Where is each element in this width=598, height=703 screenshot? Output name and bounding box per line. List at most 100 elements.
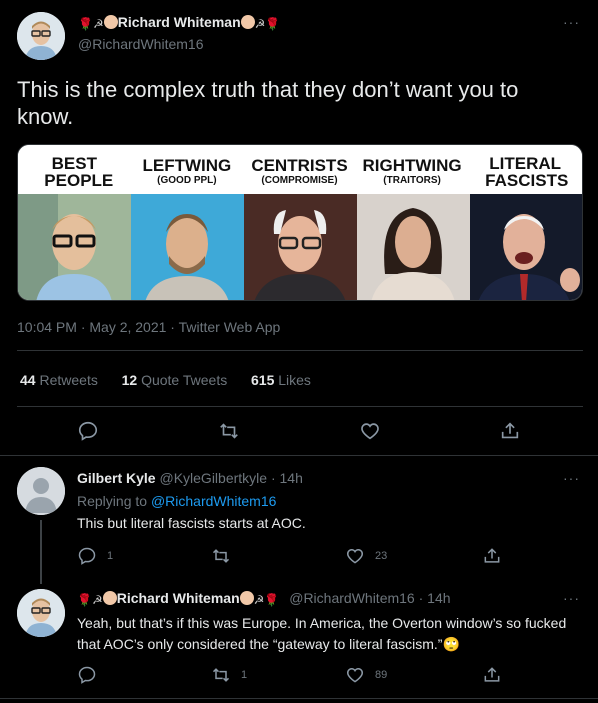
reply2-time[interactable]: · 14h <box>419 590 451 606</box>
panel-title: LEFTWING <box>142 156 232 175</box>
reply1-handle[interactable]: @KyleGilbertkyle <box>159 470 267 486</box>
more-options-icon[interactable]: ··· <box>563 470 580 486</box>
tweet-image[interactable]: BEST PEOPLE LEFTWING (GOOD PPL) CENTRIST… <box>17 144 583 301</box>
raised-fist-icon <box>103 15 118 29</box>
reply-button[interactable] <box>77 420 99 447</box>
reply2-header: 🌹☭ Richard Whiteman ☭🌹 @RichardWhitem16 · … <box>77 590 451 607</box>
retweet-count: 1 <box>241 669 248 681</box>
tweet-text: This is the complex truth that they don’… <box>17 77 519 129</box>
portrait-photo <box>357 194 470 300</box>
share-icon <box>484 667 500 682</box>
portrait-photo <box>131 194 244 300</box>
retweets-label: Retweets <box>39 372 98 388</box>
tweet-stats: 44 Retweets 12 Quote Tweets 615 Likes <box>20 372 311 388</box>
reply-avatar[interactable] <box>17 467 65 515</box>
share-button[interactable] <box>499 420 521 447</box>
rose-icon: 🌹 <box>77 593 92 607</box>
reply1-text: This but literal fascists starts at AOC. <box>77 515 306 531</box>
avatar-photo <box>17 589 65 637</box>
portrait-photo <box>18 194 131 300</box>
panel-header: RIGHTWING (TRAITORS) <box>356 145 469 194</box>
reply-icon <box>78 421 98 441</box>
raised-fist-icon <box>239 591 254 605</box>
thread-line <box>40 520 42 584</box>
heart-icon <box>346 548 364 564</box>
retweets-stat[interactable]: 44 Retweets <box>20 372 98 388</box>
divider <box>0 698 598 699</box>
hammer-sickle-icon: ☭ <box>254 17 266 31</box>
replying-to-prefix: Replying to <box>77 493 148 509</box>
likes-stat[interactable]: 615 Likes <box>251 372 311 388</box>
rose-icon: 🌹 <box>264 593 280 607</box>
panel-title: CENTRISTS <box>251 156 348 175</box>
author-name[interactable]: Richard Whiteman <box>118 14 241 30</box>
reply1-share-button[interactable] <box>482 546 502 566</box>
panel-title: BEST PEOPLE <box>44 154 114 190</box>
retweet-button[interactable] <box>218 420 240 447</box>
reply1-time[interactable]: · 14h <box>271 470 303 486</box>
panel-subtitle: (GOOD PPL) <box>157 175 217 186</box>
reply1-name[interactable]: Gilbert Kyle <box>77 470 156 486</box>
panel-subtitle: (COMPROMISE) <box>261 175 338 186</box>
panel-header: LITERAL FASCISTS <box>468 145 582 194</box>
hammer-sickle-icon: ☭ <box>92 17 104 31</box>
reply2-like-button[interactable]: 89 <box>345 665 387 685</box>
likes-label: Likes <box>278 372 311 388</box>
reply-icon <box>78 666 96 684</box>
share-icon <box>484 548 500 563</box>
divider <box>0 455 598 456</box>
more-options-icon[interactable]: ··· <box>563 14 580 30</box>
reply2-text: Yeah, but that’s if this was Europe. In … <box>77 615 567 652</box>
retweets-count: 44 <box>20 372 36 388</box>
quotes-count: 12 <box>121 372 138 388</box>
raised-fist-icon <box>240 15 255 29</box>
default-avatar-icon <box>17 467 65 515</box>
hammer-sickle-icon: ☭ <box>253 593 265 607</box>
eye-roll-emoji-icon: 🙄 <box>442 636 460 652</box>
reply2-text-block: Yeah, but that’s if this was Europe. In … <box>77 613 567 655</box>
likes-count: 615 <box>251 372 275 388</box>
panel-header: CENTRISTS (COMPROMISE) <box>243 145 356 194</box>
quotes-label: Quote Tweets <box>141 372 228 388</box>
reply2-handle[interactable]: @RichardWhitem16 <box>289 590 414 606</box>
heart-icon <box>346 667 364 683</box>
like-count: 23 <box>375 550 388 562</box>
reply1-header: Gilbert Kyle @KyleGilbertkyle · 14h <box>77 470 303 486</box>
reply2-retweet-button[interactable]: 1 <box>211 665 247 685</box>
retweet-icon <box>220 423 238 439</box>
reply2-name[interactable]: Richard Whiteman <box>117 590 240 606</box>
raised-fist-icon <box>102 591 117 605</box>
reply1-like-button[interactable]: 23 <box>345 546 387 566</box>
rose-icon: 🌹 <box>78 17 93 31</box>
share-icon <box>501 422 519 439</box>
replying-to-handle[interactable]: @RichardWhitem16 <box>151 493 276 509</box>
quotes-stat[interactable]: 12 Quote Tweets <box>122 372 228 388</box>
panel-subtitle: (TRAITORS) <box>383 175 441 186</box>
author-name-row[interactable]: 🌹☭ Richard Whiteman ☭🌹 <box>78 14 280 32</box>
reply1-reply-button[interactable]: 1 <box>77 546 113 566</box>
portrait-photo <box>470 194 582 300</box>
rose-icon: 🌹 <box>265 17 281 31</box>
reply-icon <box>78 547 96 565</box>
heart-icon <box>361 423 379 440</box>
panel-title: RIGHTWING <box>362 156 462 175</box>
like-count: 89 <box>375 669 388 681</box>
like-button[interactable] <box>359 420 381 447</box>
avatar-photo <box>17 12 65 60</box>
retweet-icon <box>212 549 230 563</box>
tweet-timestamp[interactable]: 10:04 PM · May 2, 2021 · Twitter Web App <box>17 319 280 335</box>
reply2-reply-button[interactable] <box>77 665 107 685</box>
reply2-share-button[interactable] <box>482 665 502 685</box>
more-options-icon[interactable]: ··· <box>563 590 580 606</box>
reply2-avatar[interactable] <box>17 589 65 637</box>
panel-title: LITERAL FASCISTS <box>485 154 569 190</box>
reply-count: 1 <box>107 550 114 562</box>
reply1-retweet-button[interactable] <box>211 546 241 566</box>
divider <box>17 350 583 351</box>
reply1-replying-to: Replying to @RichardWhitem16 <box>77 493 276 509</box>
hammer-sickle-icon: ☭ <box>91 593 103 607</box>
portrait-photo <box>244 194 357 300</box>
author-handle[interactable]: @RichardWhitem16 <box>78 36 203 52</box>
divider <box>17 406 583 407</box>
author-avatar[interactable] <box>17 12 65 60</box>
